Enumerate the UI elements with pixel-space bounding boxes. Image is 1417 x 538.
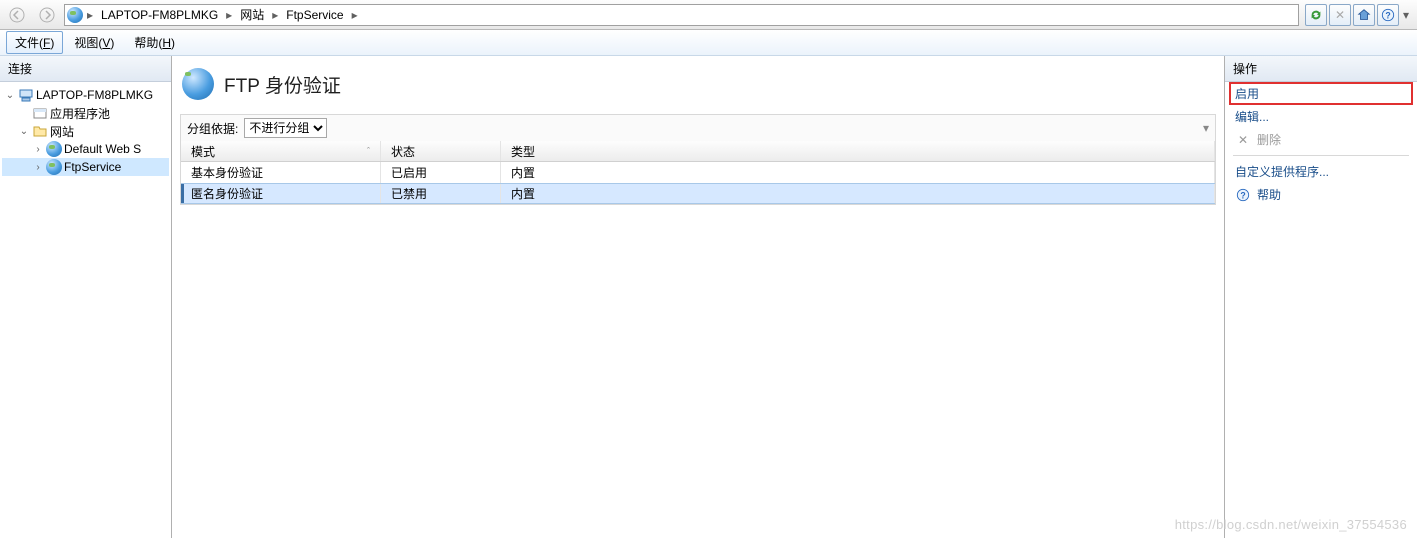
cell-type: 内置 <box>501 162 1215 183</box>
auth-grid: 模式ˆ 状态 类型 基本身份验证 已启用 内置 匿名身份验证 已禁用 内置 <box>180 141 1216 205</box>
navigation-bar: ▸ LAPTOP-FM8PLMKG ▸ 网站 ▸ FtpService ▸ ✕ … <box>0 0 1417 30</box>
col-mode[interactable]: 模式ˆ <box>181 141 381 161</box>
globe-icon <box>46 159 62 175</box>
svg-text:?: ? <box>1240 190 1245 200</box>
stop-icon[interactable]: ✕ <box>1329 4 1351 26</box>
col-type[interactable]: 类型 <box>501 141 1215 161</box>
tree-app-pools-label: 应用程序池 <box>50 105 110 122</box>
actions-separator <box>1233 155 1409 156</box>
group-by-label: 分组依据: <box>187 120 238 137</box>
help-icon: ? <box>1235 187 1251 203</box>
action-edit[interactable]: 编辑... <box>1225 105 1417 128</box>
action-custom-providers[interactable]: 自定义提供程序... <box>1225 160 1417 183</box>
expand-icon[interactable]: › <box>32 144 44 155</box>
expand-icon[interactable]: ⌄ <box>4 90 16 101</box>
nav-right-icons: ✕ ? ▾ <box>1303 4 1413 26</box>
action-delete[interactable]: ✕ 删除 <box>1225 128 1417 151</box>
breadcrumb-ftp[interactable]: FtpService <box>282 8 347 22</box>
page-title-row: FTP 身份验证 <box>180 62 1216 114</box>
home-icon[interactable] <box>1353 4 1375 26</box>
cell-state: 已启用 <box>381 162 501 183</box>
group-by-dropdown-icon[interactable]: ▾ <box>1203 121 1209 135</box>
connections-pane: 连接 ⌄ LAPTOP-FM8PLMKG 应用程序池 ⌄ 网站 › Defaul… <box>0 56 172 538</box>
action-enable[interactable]: 启用 <box>1229 82 1413 105</box>
globe-icon <box>67 7 83 23</box>
app-pool-icon <box>32 105 48 121</box>
help-dropdown-icon[interactable]: ▾ <box>1401 8 1411 22</box>
tree-default-site-label: Default Web S <box>64 142 141 156</box>
delete-icon: ✕ <box>1235 132 1251 148</box>
tree-app-pools[interactable]: 应用程序池 <box>2 104 169 122</box>
grid-row-anonymous[interactable]: 匿名身份验证 已禁用 内置 <box>181 183 1215 204</box>
expand-icon[interactable]: ⌄ <box>18 126 30 137</box>
actions-pane: 操作 启用 编辑... ✕ 删除 自定义提供程序... ? 帮助 <box>1225 56 1417 538</box>
cell-type: 内置 <box>501 184 1215 203</box>
group-by-select[interactable]: 不进行分组 <box>244 118 327 138</box>
breadcrumb-sep: ▸ <box>85 8 95 22</box>
menu-file[interactable]: 文件(F) <box>6 31 63 54</box>
cell-mode: 匿名身份验证 <box>181 184 381 203</box>
tree-host-label: LAPTOP-FM8PLMKG <box>36 88 153 102</box>
actions-header: 操作 <box>1225 56 1417 82</box>
tree-sites-label: 网站 <box>50 123 74 140</box>
tree-default-site[interactable]: › Default Web S <box>2 140 169 158</box>
menu-help[interactable]: 帮助(H) <box>125 31 184 54</box>
tree-host[interactable]: ⌄ LAPTOP-FM8PLMKG <box>2 86 169 104</box>
col-state[interactable]: 状态 <box>381 141 501 161</box>
main-pane: FTP 身份验证 分组依据: 不进行分组 ▾ 模式ˆ 状态 类型 基本身份验证 … <box>172 56 1225 538</box>
menu-view[interactable]: 视图(V) <box>65 31 123 54</box>
body: 连接 ⌄ LAPTOP-FM8PLMKG 应用程序池 ⌄ 网站 › Defaul… <box>0 56 1417 538</box>
refresh-icon[interactable] <box>1305 4 1327 26</box>
grid-row-basic[interactable]: 基本身份验证 已启用 内置 <box>181 162 1215 183</box>
breadcrumb-sites[interactable]: 网站 <box>236 6 268 23</box>
action-help[interactable]: ? 帮助 <box>1225 183 1417 206</box>
menu-bar: 文件(F) 视图(V) 帮助(H) <box>0 30 1417 56</box>
grid-header: 模式ˆ 状态 类型 <box>181 141 1215 162</box>
cell-mode: 基本身份验证 <box>181 162 381 183</box>
svg-text:?: ? <box>1385 10 1390 20</box>
page-title: FTP 身份验证 <box>224 71 341 98</box>
ftp-auth-icon <box>182 68 214 100</box>
back-button[interactable] <box>4 3 30 27</box>
folder-icon <box>32 123 48 139</box>
expand-icon[interactable]: › <box>32 162 44 173</box>
group-by-bar: 分组依据: 不进行分组 ▾ <box>180 114 1216 141</box>
help-icon[interactable]: ? <box>1377 4 1399 26</box>
tree-ftp-service[interactable]: › FtpService <box>2 158 169 176</box>
server-icon <box>18 87 34 103</box>
address-bar[interactable]: ▸ LAPTOP-FM8PLMKG ▸ 网站 ▸ FtpService ▸ <box>64 4 1299 26</box>
connections-tree: ⌄ LAPTOP-FM8PLMKG 应用程序池 ⌄ 网站 › Default W… <box>0 82 171 538</box>
globe-icon <box>46 141 62 157</box>
connections-header: 连接 <box>0 56 171 82</box>
tree-sites[interactable]: ⌄ 网站 <box>2 122 169 140</box>
tree-ftp-label: FtpService <box>64 160 121 174</box>
breadcrumb-host[interactable]: LAPTOP-FM8PLMKG <box>97 8 222 22</box>
forward-button[interactable] <box>34 3 60 27</box>
cell-state: 已禁用 <box>381 184 501 203</box>
